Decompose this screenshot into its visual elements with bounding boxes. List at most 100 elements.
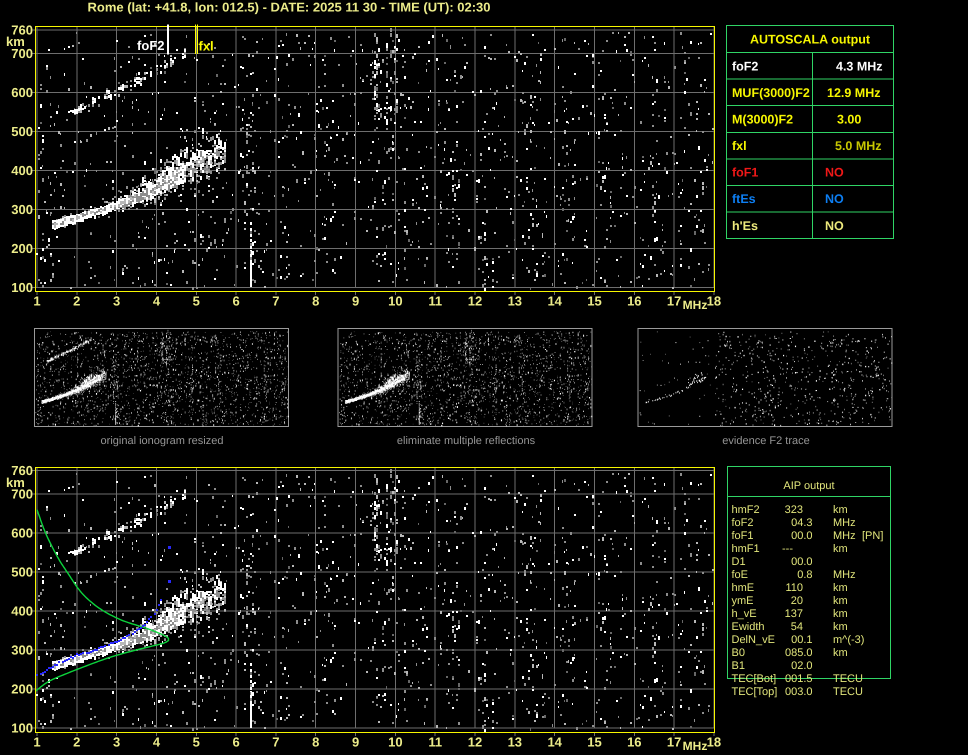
svg-text:m^(-3): m^(-3) [833, 634, 864, 646]
svg-text:km: km [6, 34, 25, 49]
svg-text:600: 600 [11, 85, 33, 100]
svg-text:foF1: foF1 [732, 166, 758, 180]
svg-text:18: 18 [707, 734, 721, 749]
svg-text:00.0: 00.0 [791, 530, 812, 542]
svg-text:NO: NO [825, 166, 844, 180]
svg-text:10: 10 [388, 294, 402, 309]
svg-text:7: 7 [272, 734, 279, 749]
svg-text:km: km [833, 621, 848, 633]
svg-text:600: 600 [11, 526, 33, 541]
svg-text:MHz: MHz [833, 569, 856, 581]
svg-text:00.1: 00.1 [791, 634, 812, 646]
svg-text:12: 12 [468, 734, 482, 749]
svg-text:foF2: foF2 [732, 517, 754, 529]
svg-text:D1: D1 [732, 556, 746, 568]
svg-text:12: 12 [468, 294, 482, 309]
svg-text:evidence F2 trace: evidence F2 trace [722, 435, 809, 447]
svg-text:km: km [833, 595, 848, 607]
svg-text:TECU: TECU [833, 673, 863, 685]
svg-text:3: 3 [113, 294, 120, 309]
svg-text:6: 6 [232, 734, 239, 749]
svg-text:1: 1 [33, 734, 40, 749]
svg-text:10: 10 [388, 734, 402, 749]
svg-text:400: 400 [11, 604, 33, 619]
svg-text:17: 17 [667, 734, 681, 749]
svg-text:1: 1 [33, 294, 40, 309]
svg-text:500: 500 [11, 124, 33, 139]
svg-text:fxl: fxl [199, 39, 214, 54]
svg-text:MHz: MHz [683, 739, 708, 753]
svg-text:fxl: fxl [732, 139, 747, 153]
svg-text:km: km [833, 543, 848, 555]
svg-text:0.8: 0.8 [797, 569, 812, 581]
svg-text:AIP output: AIP output [783, 480, 834, 492]
svg-text:hmF1: hmF1 [732, 543, 760, 555]
svg-text:MHz: MHz [833, 530, 856, 542]
svg-text:6: 6 [232, 294, 239, 309]
svg-text:200: 200 [11, 682, 33, 697]
svg-text:ftEs: ftEs [732, 192, 756, 206]
svg-text:NO: NO [825, 192, 844, 206]
svg-text:km: km [833, 608, 848, 620]
svg-text:4.3 MHz: 4.3 MHz [836, 59, 883, 73]
svg-text:15: 15 [587, 734, 601, 749]
svg-text:11: 11 [428, 734, 442, 749]
svg-text:Ewidth: Ewidth [732, 621, 765, 633]
svg-text:foF1: foF1 [732, 530, 754, 542]
svg-text:5: 5 [193, 734, 200, 749]
svg-text:hmE: hmE [732, 582, 755, 594]
svg-text:001.5: 001.5 [785, 673, 813, 685]
svg-text:3.00: 3.00 [837, 113, 861, 127]
svg-text:h'Es: h'Es [732, 219, 758, 233]
svg-text:16: 16 [627, 734, 641, 749]
svg-text:100: 100 [11, 280, 33, 295]
svg-text:AUTOSCALA output: AUTOSCALA output [750, 33, 871, 47]
svg-text:400: 400 [11, 163, 33, 178]
svg-text:2: 2 [73, 294, 80, 309]
svg-text:14: 14 [547, 734, 562, 749]
svg-text:foE: foE [732, 569, 749, 581]
svg-text:M(3000)F2: M(3000)F2 [732, 113, 793, 127]
svg-text:003.0: 003.0 [785, 686, 813, 698]
svg-text:TEC[Bot]: TEC[Bot] [732, 673, 777, 685]
svg-text:00.0: 00.0 [791, 556, 812, 568]
svg-text:18: 18 [707, 294, 721, 309]
svg-text:5.0 MHz: 5.0 MHz [835, 139, 882, 153]
svg-text:hmF2: hmF2 [732, 504, 760, 516]
svg-text:300: 300 [11, 643, 33, 658]
svg-text:original ionogram resized: original ionogram resized [101, 435, 224, 447]
svg-text:17: 17 [667, 294, 681, 309]
svg-text:Rome (lat: +41.8, lon: 012.5): Rome (lat: +41.8, lon: 012.5) - DATE: 20… [88, 1, 491, 15]
svg-text:[PN]: [PN] [862, 530, 883, 542]
svg-text:02.0: 02.0 [791, 660, 812, 672]
svg-text:B0: B0 [732, 647, 745, 659]
svg-text:eliminate multiple reflections: eliminate multiple reflections [397, 435, 536, 447]
svg-text:13: 13 [508, 294, 522, 309]
svg-text:---: --- [782, 543, 793, 555]
svg-text:h_vE: h_vE [732, 608, 757, 620]
svg-text:TEC[Top]: TEC[Top] [732, 686, 778, 698]
svg-text:100: 100 [11, 721, 33, 736]
svg-text:3: 3 [113, 734, 120, 749]
svg-text:foF2: foF2 [732, 59, 758, 73]
svg-text:110: 110 [785, 582, 803, 594]
svg-text:500: 500 [11, 565, 33, 580]
svg-text:14: 14 [547, 294, 562, 309]
svg-text:11: 11 [428, 294, 442, 309]
svg-text:085.0: 085.0 [785, 647, 813, 659]
svg-text:km: km [833, 582, 848, 594]
svg-text:5: 5 [193, 294, 200, 309]
svg-text:16: 16 [627, 294, 641, 309]
svg-text:2: 2 [73, 734, 80, 749]
svg-text:foF2: foF2 [137, 38, 164, 53]
svg-text:8: 8 [312, 734, 319, 749]
svg-text:54: 54 [791, 621, 803, 633]
svg-text:9: 9 [352, 734, 359, 749]
svg-text:323: 323 [785, 504, 803, 516]
svg-text:4: 4 [153, 734, 161, 749]
svg-text:8: 8 [312, 294, 319, 309]
svg-text:MUF(3000)F2: MUF(3000)F2 [732, 86, 810, 100]
svg-text:137: 137 [785, 608, 803, 620]
svg-text:9: 9 [352, 294, 359, 309]
svg-text:04.3: 04.3 [791, 517, 812, 529]
